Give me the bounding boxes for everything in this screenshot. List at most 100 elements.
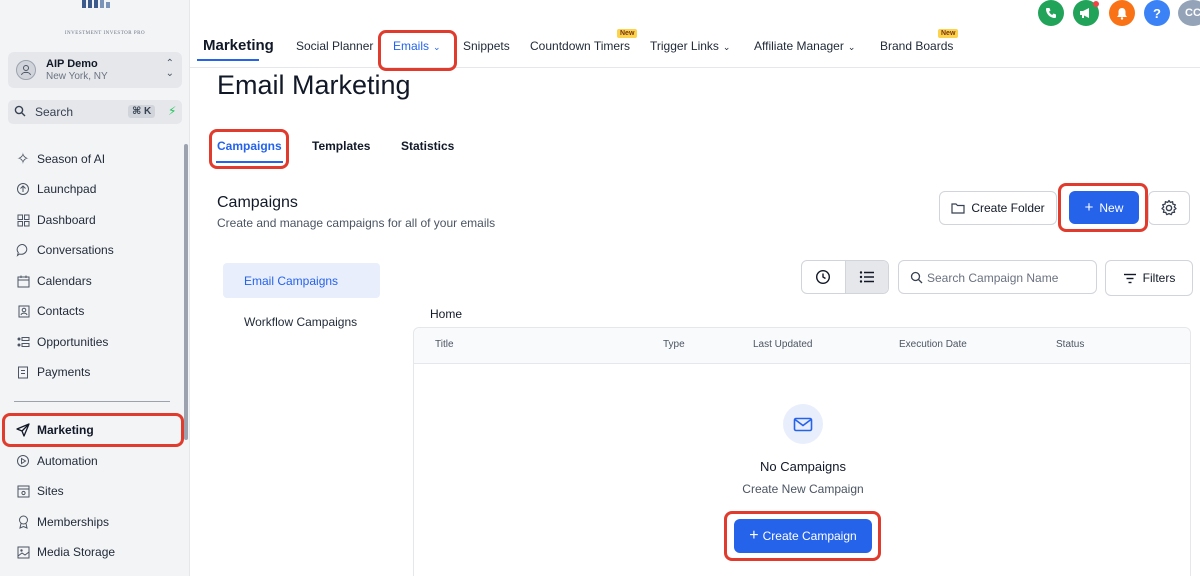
section-heading: Campaigns — [217, 194, 298, 211]
filter-icon — [1123, 273, 1136, 283]
sidebar-item-automation[interactable]: Automation — [8, 448, 182, 474]
sidebar-item-contacts[interactable]: Contacts — [8, 298, 182, 324]
sidebar-item-payments[interactable]: Payments — [8, 359, 182, 385]
campaign-search-input[interactable] — [927, 269, 1092, 287]
tab-statistics[interactable]: Statistics — [401, 139, 454, 153]
send-icon — [14, 421, 32, 439]
breadcrumb[interactable]: Home — [430, 307, 462, 321]
phone-icon[interactable] — [1038, 0, 1064, 26]
new-label: New — [1099, 200, 1124, 215]
page-title: Email Marketing — [217, 70, 411, 100]
filters-label: Filters — [1142, 271, 1176, 285]
rocket-icon — [14, 180, 32, 198]
sidebar-item-launchpad[interactable]: Launchpad — [8, 176, 182, 202]
account-switcher[interactable]: AIP Demo New York, NY ⌃ ⌄ — [8, 52, 182, 88]
side-tab-workflow-campaigns[interactable]: Workflow Campaigns — [223, 304, 380, 339]
column-last-updated[interactable]: Last Updated — [753, 339, 813, 350]
sidebar-item-season-of-ai[interactable]: ✧ Season of AI — [8, 146, 182, 172]
sidebar-item-marketing[interactable]: Marketing — [8, 417, 182, 443]
chevron-updown-icon: ⌃ ⌄ — [165, 58, 174, 79]
settings-button[interactable] — [1148, 191, 1190, 225]
search-shortcut: ⌘ K — [128, 105, 156, 118]
search-label: Search — [35, 105, 74, 119]
sidebar-item-memberships[interactable]: Memberships — [8, 509, 182, 535]
help-icon[interactable]: ? — [1144, 0, 1170, 26]
new-campaign-button[interactable]: + New — [1069, 191, 1139, 224]
account-name: AIP Demo — [46, 58, 98, 70]
sidebar-item-conversations[interactable]: Conversations — [8, 237, 182, 263]
company-logo: INVESTMENT INVESTOR PRO — [60, 0, 150, 40]
filters-button[interactable]: Filters — [1105, 260, 1193, 296]
tab-trigger-links-label: Trigger Links — [650, 39, 719, 53]
image-icon — [14, 543, 32, 561]
new-badge: New — [938, 29, 959, 38]
account-avatar-icon — [16, 60, 36, 80]
create-folder-button[interactable]: Create Folder — [939, 191, 1057, 225]
tab-snippets[interactable]: Snippets — [463, 39, 510, 53]
sidebar-scrollbar[interactable] — [184, 144, 188, 440]
plus-icon: + — [1084, 198, 1094, 216]
new-badge: New — [617, 29, 638, 38]
badge-icon — [14, 513, 32, 531]
create-campaign-button[interactable]: + Create Campaign — [734, 519, 872, 553]
list-view-icon[interactable] — [844, 261, 888, 293]
tab-campaigns[interactable]: Campaigns — [217, 139, 282, 153]
folder-icon — [951, 203, 965, 214]
empty-state-title: No Campaigns — [760, 459, 846, 474]
tab-countdown-timers[interactable]: Countdown Timers — [530, 39, 630, 53]
tab-trigger-links[interactable]: Trigger Links ⌄ — [650, 39, 730, 53]
chevron-down-icon: ⌄ — [433, 42, 441, 52]
opportunities-icon — [14, 333, 32, 351]
chevron-down-icon: ⌄ — [847, 42, 856, 52]
side-tab-email-campaigns[interactable]: Email Campaigns — [223, 263, 380, 298]
tab-templates[interactable]: Templates — [312, 139, 370, 153]
sidebar-item-dashboard[interactable]: Dashboard — [8, 207, 182, 233]
active-tab-underline — [216, 161, 283, 163]
active-tab-underline — [197, 59, 259, 61]
tab-emails-label: Emails — [393, 39, 430, 53]
tab-affiliate-manager[interactable]: Affiliate Manager ⌄ — [754, 39, 855, 53]
search-icon — [14, 105, 26, 117]
empty-state-subtitle: Create New Campaign — [742, 482, 864, 496]
sidebar-item-label: Memberships — [37, 515, 110, 529]
sidebar-item-label: Launchpad — [37, 182, 97, 196]
campaign-search — [898, 260, 1097, 294]
contacts-icon — [14, 302, 32, 320]
tab-social-planner[interactable]: Social Planner — [296, 39, 373, 53]
create-folder-label: Create Folder — [971, 201, 1045, 215]
column-status[interactable]: Status — [1056, 339, 1084, 350]
notification-dot — [1093, 1, 1099, 7]
create-campaign-label: Create Campaign — [762, 529, 857, 543]
sidebar-item-opportunities[interactable]: Opportunities — [8, 329, 182, 355]
sidebar-item-label: Payments — [37, 365, 91, 379]
payments-icon — [14, 363, 32, 381]
sidebar-item-label: Sites — [37, 484, 64, 498]
sidebar-search[interactable]: Search ⌘ K ⚡ — [8, 100, 182, 124]
megaphone-icon[interactable] — [1073, 0, 1099, 26]
sidebar-item-media-storage[interactable]: Media Storage — [8, 539, 182, 565]
calendar-icon — [14, 272, 32, 290]
section-subtitle: Create and manage campaigns for all of y… — [217, 216, 496, 230]
bolt-icon[interactable]: ⚡ — [168, 104, 176, 118]
sidebar-item-label: Opportunities — [37, 335, 109, 349]
sidebar-item-sites[interactable]: Sites — [8, 478, 182, 504]
sidebar-divider — [14, 401, 170, 402]
column-execution-date[interactable]: Execution Date — [899, 339, 967, 350]
column-type[interactable]: Type — [663, 339, 685, 350]
tab-brand-boards[interactable]: Brand Boards — [880, 39, 953, 53]
sidebar-item-calendars[interactable]: Calendars — [8, 268, 182, 294]
plus-icon: + — [749, 527, 759, 544]
user-avatar[interactable]: CC — [1178, 0, 1200, 26]
tab-affiliate-manager-label: Affiliate Manager — [754, 39, 844, 53]
sites-icon — [14, 482, 32, 500]
search-icon — [910, 271, 923, 284]
sidebar-item-label: Season of AI — [37, 152, 106, 166]
clock-icon[interactable] — [802, 261, 845, 293]
column-title[interactable]: Title — [435, 339, 454, 350]
tab-emails[interactable]: Emails ⌄ — [393, 39, 441, 53]
bell-icon[interactable] — [1109, 0, 1135, 26]
sidebar-item-label: Conversations — [37, 243, 114, 257]
sparkle-icon: ✧ — [16, 151, 30, 168]
sidebar-item-label: Calendars — [37, 274, 92, 288]
chevron-down-icon: ⌄ — [722, 42, 731, 52]
